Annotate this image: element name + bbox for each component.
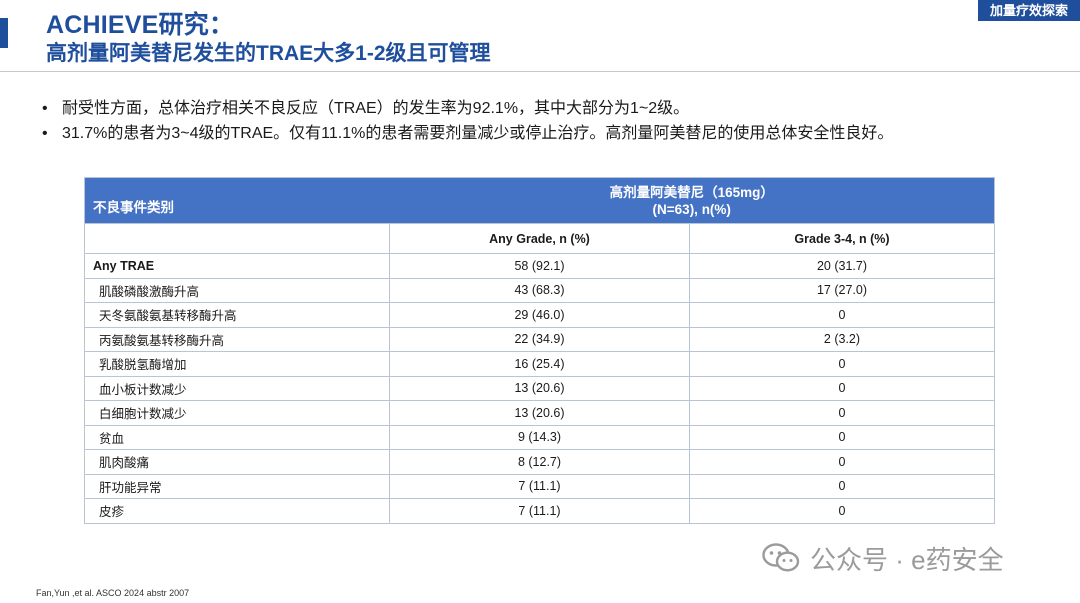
table-row: 丙氨酸氨基转移酶升高 22 (34.9) 2 (3.2) [84,326,995,352]
drug-header-line2: (N=63), n(%) [652,201,731,217]
event-name-cell: 肝功能异常 [84,473,390,499]
any-grade-cell: 29 (46.0) [389,302,690,328]
grade34-cell: 0 [689,351,995,377]
grade34-cell: 0 [689,449,995,475]
event-name-cell: 丙氨酸氨基转移酶升高 [84,326,390,352]
any-grade-cell: 7 (11.1) [389,473,690,499]
wechat-icon [762,543,800,572]
section-tag: 加量疗效探索 [978,0,1080,21]
any-grade-cell: 7 (11.1) [389,498,690,524]
any-grade-cell: 13 (20.6) [389,400,690,426]
summary-bullets: 耐受性方面，总体治疗相关不良反应（TRAE）的发生率为92.1%，其中大部分为1… [42,96,1062,146]
grade34-cell: 0 [689,302,995,328]
reference-footnote: Fan,Yun ,et al. ASCO 2024 abstr 2007 [36,588,190,598]
grade34-cell: 0 [689,498,995,524]
bullet-item: 耐受性方面，总体治疗相关不良反应（TRAE）的发生率为92.1%，其中大部分为1… [42,96,1062,121]
grade34-cell: 0 [689,400,995,426]
drug-header-line1: 高剂量阿美替尼（165mg） [609,184,774,200]
watermark: 公众号 · e药安全 [762,540,1004,576]
any-grade-cell: 13 (20.6) [389,375,690,401]
grade34-cell: 17 (27.0) [689,277,995,303]
table-row: 肝功能异常 7 (11.1) 0 [84,473,995,499]
category-header: 不良事件类别 [84,177,390,224]
grade34-cell: 20 (31.7) [689,253,995,279]
event-name-cell: 白细胞计数减少 [84,400,390,426]
any-grade-header: Any Grade, n (%) [389,223,690,254]
table-row: 皮疹 7 (11.1) 0 [84,498,995,524]
grade34-header: Grade 3-4, n (%) [689,223,995,254]
table-row: 贫血 9 (14.3) 0 [84,424,995,450]
grade34-cell: 0 [689,375,995,401]
any-grade-cell: 16 (25.4) [389,351,690,377]
page-subtitle: 高剂量阿美替尼发生的TRAE大多1-2级且可管理 [46,42,491,65]
adverse-events-table: 不良事件类别 高剂量阿美替尼（165mg） (N=63), n(%) Any G… [84,177,995,524]
page-title: ACHIEVE研究： [46,11,235,39]
header-divider [0,71,1080,72]
subheader-blank [84,223,390,254]
event-name-cell: 肌肉酸痛 [84,449,390,475]
any-grade-cell: 43 (68.3) [389,277,690,303]
table-row: 乳酸脱氢酶增加 16 (25.4) 0 [84,351,995,377]
any-grade-cell: 22 (34.9) [389,326,690,352]
event-name-cell: 血小板计数减少 [84,375,390,401]
grade34-cell: 0 [689,424,995,450]
any-grade-cell: 9 (14.3) [389,424,690,450]
grade34-cell: 0 [689,473,995,499]
table-row: 天冬氨酸氨基转移酶升高 29 (46.0) 0 [84,302,995,328]
drug-header: 高剂量阿美替尼（165mg） (N=63), n(%) [389,177,995,224]
grade34-cell: 2 (3.2) [689,326,995,352]
table-row: 血小板计数减少 13 (20.6) 0 [84,375,995,401]
event-name-cell: 肌酸磷酸激酶升高 [84,277,390,303]
event-name-cell: 乳酸脱氢酶增加 [84,351,390,377]
title-accent-bar [0,18,8,48]
any-grade-cell: 8 (12.7) [389,449,690,475]
table-row: Any TRAE 58 (92.1) 20 (31.7) [84,253,995,279]
event-name-cell: 贫血 [84,424,390,450]
event-name-cell: 皮疹 [84,498,390,524]
table-subheader: Any Grade, n (%) Grade 3-4, n (%) [84,223,995,254]
bullet-item: 31.7%的患者为3~4级的TRAE。仅有11.1%的患者需要剂量减少或停止治疗… [42,121,1062,146]
any-grade-cell: 58 (92.1) [389,253,690,279]
table-row: 白细胞计数减少 13 (20.6) 0 [84,400,995,426]
table-header-band: 不良事件类别 高剂量阿美替尼（165mg） (N=63), n(%) [84,177,995,224]
event-name-cell: Any TRAE [84,253,390,279]
watermark-text: 公众号 · e药安全 [810,544,1004,575]
table-row: 肌酸磷酸激酶升高 43 (68.3) 17 (27.0) [84,277,995,303]
event-name-cell: 天冬氨酸氨基转移酶升高 [84,302,390,328]
table-body: Any TRAE 58 (92.1) 20 (31.7) 肌酸磷酸激酶升高 43 (68… [84,253,995,524]
table-row: 肌肉酸痛 8 (12.7) 0 [84,449,995,475]
